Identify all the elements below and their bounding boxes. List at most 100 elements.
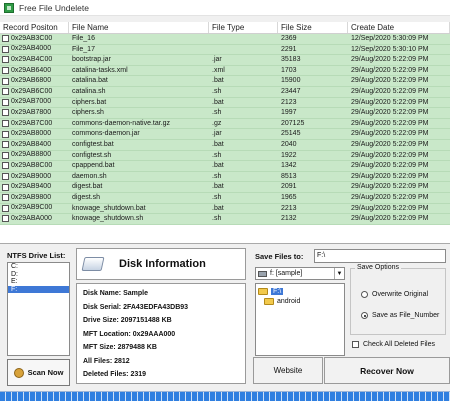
row-checkbox[interactable]: [2, 35, 9, 43]
cell-file-type: .sh: [212, 193, 222, 201]
cell-file-type: .bat: [212, 183, 224, 191]
website-button[interactable]: Website: [253, 357, 323, 384]
column-header-file-type[interactable]: File Type: [209, 22, 278, 33]
deleted-files-list[interactable]: Record Positon File Name File Type File …: [0, 22, 450, 244]
table-row[interactable]: 0x29AB4C00 bootstrap.jar .jar 35183 29/Aug/2…: [0, 55, 450, 66]
save-drive-select[interactable]: f: [sample] ▼: [255, 267, 345, 280]
cell-file-type: .sh: [212, 172, 222, 180]
record-position-text: 0x29AB6C00: [11, 87, 53, 95]
cell-file-size: 207125: [281, 119, 305, 127]
row-checkbox[interactable]: [2, 67, 9, 75]
table-row[interactable]: 0x29AB4000 File_17 2291 12/Sep/2020 5:30:10…: [0, 44, 450, 56]
drive-list[interactable]: C: D: E: F:: [7, 262, 70, 356]
folder-tree[interactable]: F:\ android: [255, 283, 345, 356]
row-checkbox[interactable]: [2, 130, 9, 138]
table-row[interactable]: 0x29AB8000 commons-daemon.jar .jar 25145 29/…: [0, 129, 450, 140]
cell-file-name: File_16: [72, 35, 95, 42]
table-row[interactable]: 0x29AB8C00 cpappend.bat .bat 1342 29/Aug/202…: [0, 161, 450, 172]
disk-info-title: Disk Information: [119, 258, 206, 270]
folder-tree-item-android[interactable]: android: [256, 296, 344, 306]
table-row[interactable]: 0x29AB7800 ciphers.sh .sh 1997 29/Aug/2020 5…: [0, 108, 450, 119]
row-checkbox[interactable]: [2, 215, 9, 223]
cell-file-type: .xml: [212, 66, 225, 74]
cell-file-size: 2040: [281, 140, 297, 148]
record-position-text: 0x29AB7000: [11, 98, 52, 106]
save-as-radio[interactable]: [361, 312, 368, 319]
cell-file-name: catalina.sh: [72, 87, 106, 95]
table-row[interactable]: 0x29AB8400 configtest.bat .bat 2040 29/Aug/2…: [0, 139, 450, 151]
cell-record-position: 0x29AB4C00: [0, 55, 69, 65]
record-position-text: 0x29AB7C00: [11, 119, 53, 127]
row-checkbox[interactable]: [2, 56, 9, 64]
table-row[interactable]: 0x29AB6C00 catalina.sh .sh 23447 29/Aug/2020…: [0, 86, 450, 98]
cell-file-name: digest.sh: [72, 193, 101, 201]
cell-record-position: 0x29AB6800: [0, 76, 69, 86]
row-checkbox[interactable]: [2, 183, 9, 191]
row-checkbox[interactable]: [2, 141, 9, 149]
table-row[interactable]: 0x29AB8800 configtest.sh .sh 1922 29/Aug/202…: [0, 150, 450, 162]
save-as-number-option[interactable]: Save as File_Number: [361, 312, 439, 319]
save-options-legend: Save Options: [355, 264, 402, 271]
table-row[interactable]: 0x29AB3C00 File_16 2369 12/Sep/2020 5:30:09…: [0, 34, 450, 45]
cell-file-name: daemon.sh: [72, 172, 107, 180]
column-header-file-size[interactable]: File Size: [278, 22, 348, 33]
overwrite-radio[interactable]: [361, 291, 368, 298]
cell-file-size: 1965: [281, 193, 297, 201]
record-position-text: 0x29AB6800: [11, 77, 52, 85]
all-files-count: All Files: 2812: [83, 357, 130, 365]
table-row[interactable]: 0x29AB9C00 knowage_shutdown.bat .bat 2213 29…: [0, 203, 450, 215]
column-header-create-date[interactable]: Create Date: [348, 22, 450, 33]
mft-location: MFT Location: 0x29AAA000: [83, 330, 176, 338]
row-checkbox[interactable]: [2, 98, 9, 106]
recover-now-button[interactable]: Recover Now: [324, 357, 450, 384]
row-checkbox[interactable]: [2, 45, 9, 53]
cell-create-date: 29/Aug/2020 5:22:09 PM: [351, 193, 429, 201]
column-header-record-position[interactable]: Record Positon: [0, 22, 69, 33]
chevron-down-icon[interactable]: ▼: [334, 268, 344, 279]
overwrite-original-option[interactable]: Overwrite Original: [361, 291, 428, 298]
table-row[interactable]: 0x29AB6400 catalina-tasks.xml .xml 1703 29/A…: [0, 65, 450, 77]
drive-item-c[interactable]: C:: [8, 263, 69, 271]
disk-serial: Disk Serial: 2FA43EDFA43DB93: [83, 303, 189, 311]
row-checkbox[interactable]: [2, 109, 9, 117]
scan-now-button[interactable]: Scan Now: [7, 359, 70, 386]
save-path-field[interactable]: F:\: [314, 249, 446, 263]
folder-icon: [264, 297, 274, 305]
column-header-file-name[interactable]: File Name: [69, 22, 209, 33]
row-checkbox[interactable]: [2, 151, 9, 159]
cell-file-type: .sh: [212, 215, 222, 223]
row-checkbox[interactable]: [2, 88, 9, 96]
table-row[interactable]: 0x29AB6800 catalina.bat .bat 15900 29/Aug/20…: [0, 76, 450, 87]
check-all-checkbox[interactable]: [352, 341, 359, 348]
folder-open-icon: [258, 287, 268, 295]
table-row[interactable]: 0x29ABA000 knowage_shutdown.sh .sh 2132 29/A…: [0, 214, 450, 225]
record-position-text: 0x29AB9400: [11, 183, 52, 191]
row-checkbox[interactable]: [2, 204, 9, 212]
cell-file-type: .bat: [212, 162, 224, 170]
table-row[interactable]: 0x29AB7000 ciphers.bat .bat 2123 29/Aug/2020…: [0, 97, 450, 109]
app-icon: [4, 2, 14, 13]
drive-item-d[interactable]: D:: [8, 271, 69, 279]
row-checkbox[interactable]: [2, 173, 9, 181]
table-row[interactable]: 0x29AB7C00 commons-daemon-native.tar.gz .g…: [0, 118, 450, 130]
cell-create-date: 29/Aug/2020 5:22:09 PM: [351, 204, 429, 212]
folder-tree-root[interactable]: F:\: [256, 286, 344, 296]
cell-file-size: 1703: [281, 66, 297, 74]
cell-file-size: 35183: [281, 56, 301, 64]
row-checkbox[interactable]: [2, 120, 9, 128]
check-all-deleted-option[interactable]: Check All Deleted Files: [352, 341, 435, 348]
cell-file-size: 2091: [281, 183, 297, 191]
row-checkbox[interactable]: [2, 77, 9, 85]
drive-item-e[interactable]: E:: [8, 278, 69, 286]
row-checkbox[interactable]: [2, 194, 9, 202]
row-checkbox[interactable]: [2, 162, 9, 170]
cell-file-type: [209, 34, 278, 44]
drive-item-f[interactable]: F:: [8, 285, 69, 294]
table-row[interactable]: 0x29AB9800 digest.sh .sh 1965 29/Aug/2020 5:…: [0, 192, 450, 204]
cell-file-type: .bat: [212, 77, 224, 85]
hard-drive-icon: [81, 257, 105, 271]
table-row[interactable]: 0x29AB9000 daemon.sh .sh 8513 29/Aug/2020 5:…: [0, 171, 450, 183]
save-as-label: Save as File_Number: [372, 312, 440, 319]
cell-create-date: 29/Aug/2020 5:22:09 PM: [351, 140, 429, 148]
table-row[interactable]: 0x29AB9400 digest.bat .bat 2091 29/Aug/2020 …: [0, 182, 450, 193]
